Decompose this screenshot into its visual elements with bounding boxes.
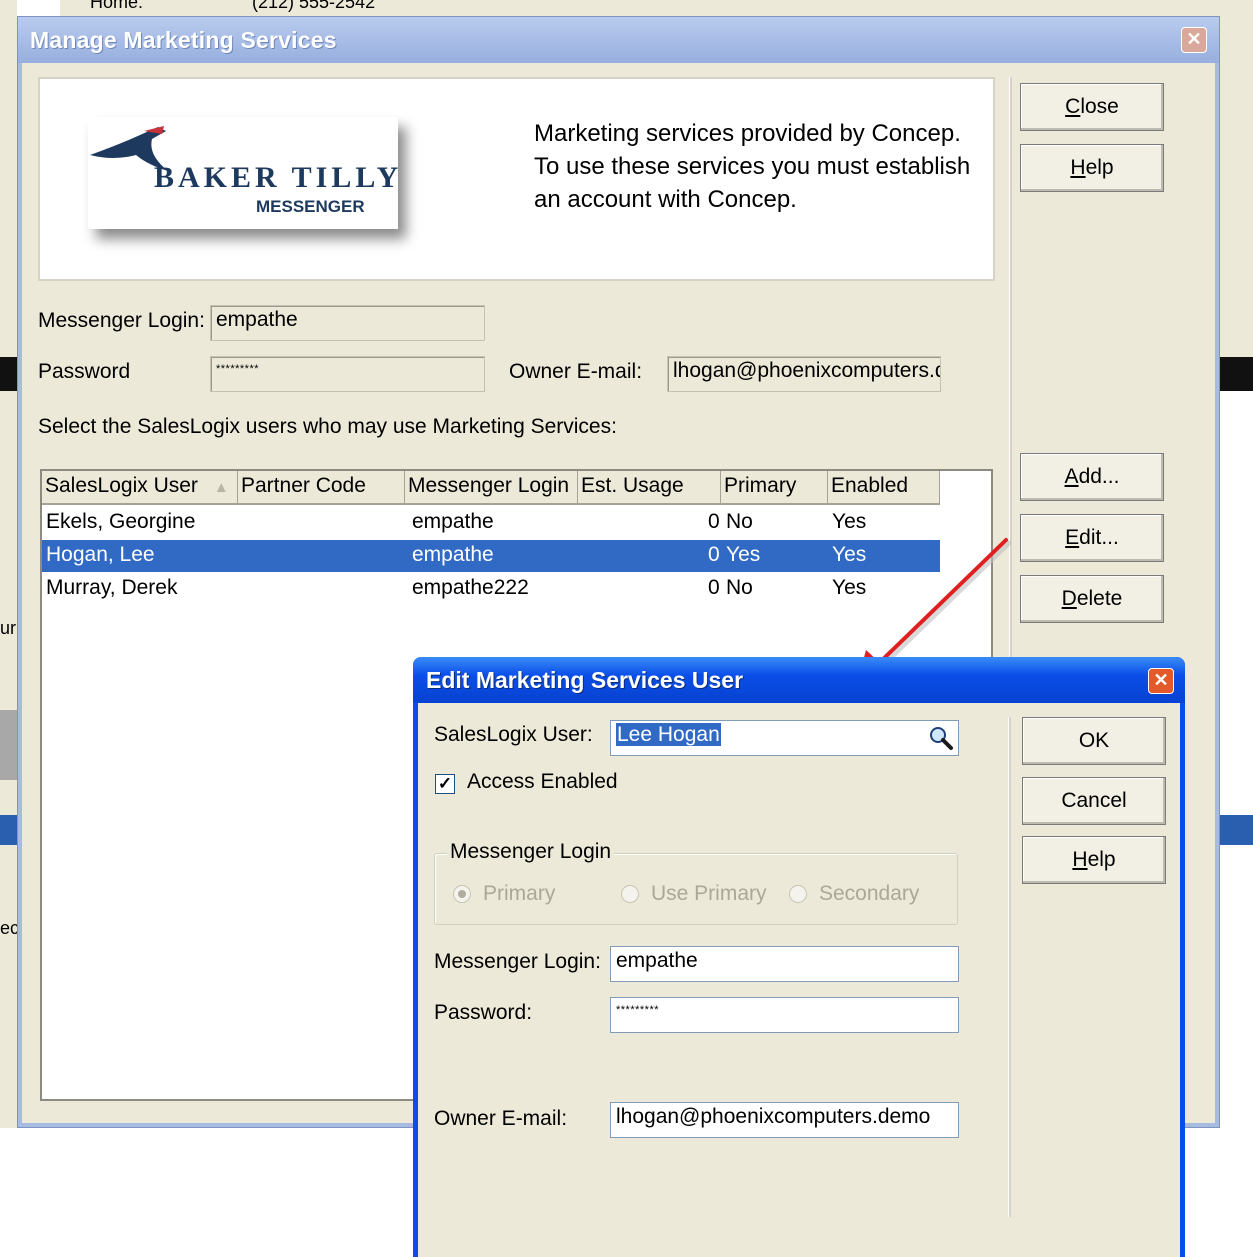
saleslogix-user-value: Lee Hogan <box>616 723 721 746</box>
saleslogix-user-field[interactable]: Lee Hogan <box>610 720 959 756</box>
radio-use-primary[interactable] <box>621 885 639 903</box>
access-enabled-checkbox[interactable]: ✓ <box>435 774 455 794</box>
edit-owner-email-label: Owner E-mail: <box>434 1107 568 1130</box>
edit-password-input[interactable]: ********* <box>610 997 959 1033</box>
edit-messenger-login-input[interactable]: empathe <box>610 946 959 982</box>
edit-dialog-title: Edit Marketing Services User <box>426 667 744 693</box>
cancel-button[interactable]: Cancel <box>1022 777 1166 825</box>
messenger-login-group: Messenger Login Primary Use Primary Seco… <box>434 840 958 925</box>
radio-primary[interactable] <box>453 885 471 903</box>
radio-secondary-label: Secondary <box>819 882 920 905</box>
edit-password-label: Password: <box>434 1001 533 1024</box>
edit-help-button[interactable]: Help <box>1022 836 1166 884</box>
edit-owner-email-input[interactable]: lhogan@phoenixcomputers.demo <box>610 1102 959 1138</box>
saleslogix-user-label: SalesLogix User: <box>434 723 593 746</box>
edit-dialog-client: SalesLogix User: Lee Hogan ✓ Access Enab… <box>418 703 1180 1257</box>
radio-primary-label: Primary <box>483 882 556 905</box>
edit-messenger-login-label: Messenger Login: <box>434 950 601 973</box>
edit-dialog-titlebar[interactable]: Edit Marketing Services User ✕ <box>413 657 1185 703</box>
messenger-login-group-label: Messenger Login <box>447 840 615 864</box>
edit-dialog-separator <box>1008 717 1011 1217</box>
edit-dialog-close-icon[interactable]: ✕ <box>1148 668 1174 694</box>
lookup-magnifier-icon[interactable] <box>928 725 954 751</box>
ok-button[interactable]: OK <box>1022 717 1166 765</box>
edit-marketing-services-user-dialog: Edit Marketing Services User ✕ SalesLogi… <box>413 657 1185 1257</box>
access-enabled-label: Access Enabled <box>467 770 618 793</box>
radio-use-primary-label: Use Primary <box>651 882 767 905</box>
radio-secondary[interactable] <box>789 885 807 903</box>
